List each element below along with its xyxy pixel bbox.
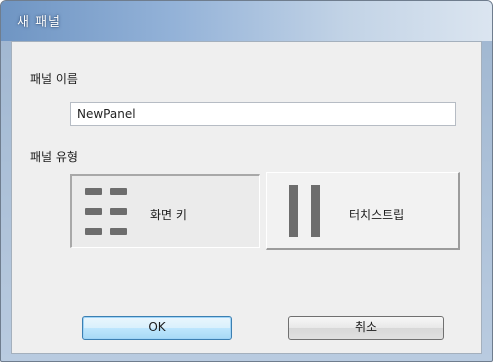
cancel-button[interactable]: 취소 xyxy=(288,316,444,340)
ok-button[interactable]: OK xyxy=(82,316,232,340)
panel-type-screen-keys-option[interactable]: 화면 키 xyxy=(70,174,260,248)
dialog-body: 패널 이름 패널 유형 화면 키 터치스트립 OK 취소 xyxy=(11,41,482,354)
panel-type-touch-strip-option[interactable]: 터치스트립 xyxy=(266,172,460,250)
screen-keys-option-label: 화면 키 xyxy=(150,208,187,222)
window-title: 새 패널 xyxy=(17,15,62,30)
touch-strip-option-label: 터치스트립 xyxy=(349,208,405,222)
touch-strip-icon xyxy=(289,185,325,237)
panel-name-input[interactable] xyxy=(70,102,456,126)
grid-keys-icon xyxy=(85,186,133,236)
title-bar[interactable]: 새 패널 xyxy=(1,1,492,41)
new-panel-dialog: 새 패널 패널 이름 패널 유형 화면 키 터치스트립 OK 취소 xyxy=(0,0,493,362)
panel-type-label: 패널 유형 xyxy=(30,150,78,164)
panel-name-label: 패널 이름 xyxy=(30,72,78,86)
